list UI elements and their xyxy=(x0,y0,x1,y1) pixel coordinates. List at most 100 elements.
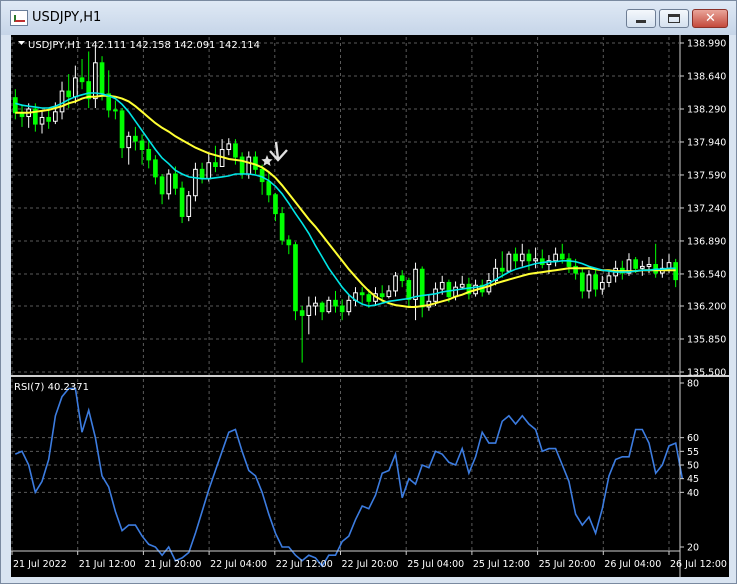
candle-body xyxy=(393,275,398,292)
time-tick-label: 25 Jul 12:00 xyxy=(473,559,530,570)
star-icon xyxy=(261,155,273,166)
candle-body xyxy=(646,264,652,267)
candle-body xyxy=(339,305,345,313)
candle-body xyxy=(633,259,638,269)
candle-body xyxy=(126,135,132,149)
candle-body xyxy=(666,262,672,269)
maximize-icon xyxy=(668,14,680,23)
candle-body xyxy=(599,281,605,290)
maximize-button[interactable] xyxy=(659,9,689,28)
candle-body xyxy=(519,253,525,262)
price-tick-label: 138.990 xyxy=(687,39,726,50)
price-tick-label: 137.590 xyxy=(687,170,726,181)
time-tick-label: 25 Jul 04:00 xyxy=(407,559,464,570)
candle-body xyxy=(606,275,612,283)
candle-body xyxy=(439,281,445,290)
candle-body xyxy=(639,265,645,269)
candle-body xyxy=(246,156,252,175)
candle-body xyxy=(166,173,172,195)
candle-body xyxy=(299,310,305,316)
rsi-tick-label: 80 xyxy=(687,379,699,390)
candle-body xyxy=(399,275,405,282)
candle-body xyxy=(59,90,65,113)
candle-body xyxy=(333,299,338,307)
minimize-button[interactable] xyxy=(626,9,656,28)
candle-body xyxy=(186,195,192,217)
candle-body xyxy=(499,267,505,272)
chart-icon xyxy=(10,10,28,26)
price-tick-label: 135.850 xyxy=(687,335,726,346)
time-axis: 21 Jul 2022 21 Jul 12:00 21 Jul 20:00 22 Ju… xyxy=(11,550,727,570)
candle-body xyxy=(359,292,365,296)
candle-body xyxy=(286,239,292,246)
price-header-symbol: USDJPY,H1 xyxy=(28,40,81,51)
candle-body xyxy=(559,253,565,260)
down-arrow-icon xyxy=(269,141,288,162)
rsi-axis: 80 60 55 50 45 40 20 xyxy=(680,379,699,554)
candle-body xyxy=(386,290,392,298)
candle-body xyxy=(179,187,185,217)
price-tick-label: 136.540 xyxy=(687,269,726,280)
price-tick-label: 138.290 xyxy=(687,104,726,115)
candle-body xyxy=(133,135,138,142)
candle-body xyxy=(306,305,312,316)
candle-body xyxy=(153,159,158,178)
rsi-tick-label: 55 xyxy=(687,447,699,458)
candle-body xyxy=(213,162,218,167)
candle-body xyxy=(579,272,585,292)
rsi-tick-label: 50 xyxy=(687,461,699,472)
time-tick-label: 26 Jul 12:00 xyxy=(670,559,727,570)
candle-body xyxy=(139,140,145,151)
close-icon: ✕ xyxy=(705,11,716,26)
candle-body xyxy=(379,293,385,298)
price-chart-svg[interactable]: 138.990 138.640 138.290 137.940 137.590 137.2… xyxy=(11,35,729,577)
candle-body xyxy=(39,116,45,125)
price-tick-label: 137.940 xyxy=(687,137,726,148)
candle-body xyxy=(453,286,458,298)
ma-slow-line xyxy=(15,94,676,308)
candle-body xyxy=(526,253,532,262)
signal-marker[interactable] xyxy=(261,141,288,166)
candle-body xyxy=(586,274,592,292)
rsi-line xyxy=(14,387,684,568)
time-tick-label: 21 Jul 2022 xyxy=(13,559,67,570)
candle-body xyxy=(273,194,278,215)
candle-body xyxy=(119,110,125,149)
candle-body xyxy=(593,274,598,290)
rsi-header: RSI(7) 40.2371 xyxy=(14,382,89,393)
candle-body xyxy=(73,77,78,98)
sub-window-separator[interactable] xyxy=(11,375,729,377)
rsi-tick-label: 45 xyxy=(687,474,699,485)
title-bar[interactable]: USDJPY,H1 ✕ xyxy=(1,1,736,35)
candle-body xyxy=(146,149,152,161)
candle-body xyxy=(433,288,438,302)
candle-body xyxy=(406,280,412,300)
price-tick-label: 138.640 xyxy=(687,71,726,82)
price-tick-label: 136.200 xyxy=(687,302,726,313)
candle-body xyxy=(193,168,198,197)
time-tick-label: 25 Jul 20:00 xyxy=(539,559,596,570)
candle-body xyxy=(533,258,538,262)
candle-body xyxy=(553,253,558,262)
candle-body xyxy=(159,176,165,195)
minimize-icon xyxy=(636,20,646,23)
candle-body xyxy=(413,268,418,300)
grid xyxy=(11,37,679,551)
candle-body xyxy=(366,294,372,302)
candle-body xyxy=(446,281,452,298)
candle-body xyxy=(419,268,425,308)
candle-body xyxy=(293,244,298,312)
time-tick-label: 26 Jul 04:00 xyxy=(604,559,661,570)
close-button[interactable]: ✕ xyxy=(692,9,728,28)
candle-body xyxy=(206,162,212,180)
time-tick-label: 21 Jul 20:00 xyxy=(144,559,201,570)
candles xyxy=(13,46,678,363)
candle-body xyxy=(266,181,272,196)
chart-area[interactable]: 138.990 138.640 138.290 137.940 137.590 137.2… xyxy=(11,35,729,577)
candle-body xyxy=(459,283,465,288)
candle-body xyxy=(239,156,245,175)
window-title: USDJPY,H1 xyxy=(32,10,102,25)
candle-body xyxy=(199,168,205,180)
candle-body xyxy=(513,253,518,262)
candle-body xyxy=(259,168,265,183)
